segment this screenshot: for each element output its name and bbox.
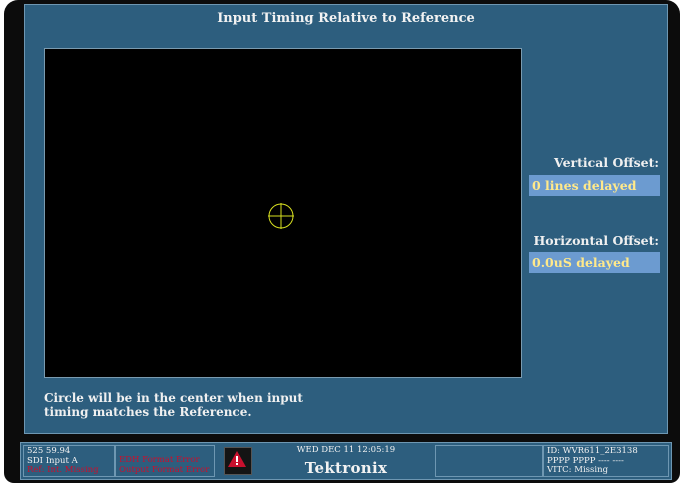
vertical-offset-value: 0 lines delayed	[529, 175, 660, 196]
vitc-status: VITC: Missing	[547, 465, 609, 475]
timing-display-panel: Input Timing Relative to Reference Verti…	[24, 4, 668, 434]
datetime: WED DEC 11 12:05:19	[296, 445, 396, 455]
page-title: Input Timing Relative to Reference	[217, 11, 475, 26]
horizontal-offset-value: 0.0uS delayed	[529, 252, 660, 273]
empty-status-cell	[435, 445, 543, 477]
status-bar: 525 59.94 SDI Input A Ref: Int. Missing …	[20, 442, 672, 480]
signal-status-cell: 525 59.94 SDI Input A Ref: Int. Missing	[23, 445, 115, 477]
horizontal-offset-label: Horizontal Offset:	[533, 233, 659, 248]
instruction-line-1: Circle will be in the center when input	[44, 391, 303, 405]
error-output: Output Format Error	[119, 464, 210, 475]
instruction-line-2: timing matches the Reference.	[44, 405, 252, 419]
datetime-logo-area: WED DEC 11 12:05:19 Tektronix	[261, 443, 431, 479]
id-status-cell: ID: WVR611_2E3138 PPPP PPPP ---- ---- VI…	[543, 445, 669, 477]
timing-viewport	[44, 48, 522, 378]
instruction-note: Circle will be in the center when input …	[44, 391, 344, 419]
crosshair-circle-icon	[268, 203, 294, 229]
reference-status: Ref: Int. Missing	[27, 465, 99, 475]
error-cell: EDH Format Error Output Format Error	[115, 445, 215, 477]
vertical-offset-label: Vertical Offset:	[554, 155, 659, 170]
alarm-warning-icon	[224, 447, 252, 475]
tektronix-logo: Tektronix	[304, 459, 388, 477]
